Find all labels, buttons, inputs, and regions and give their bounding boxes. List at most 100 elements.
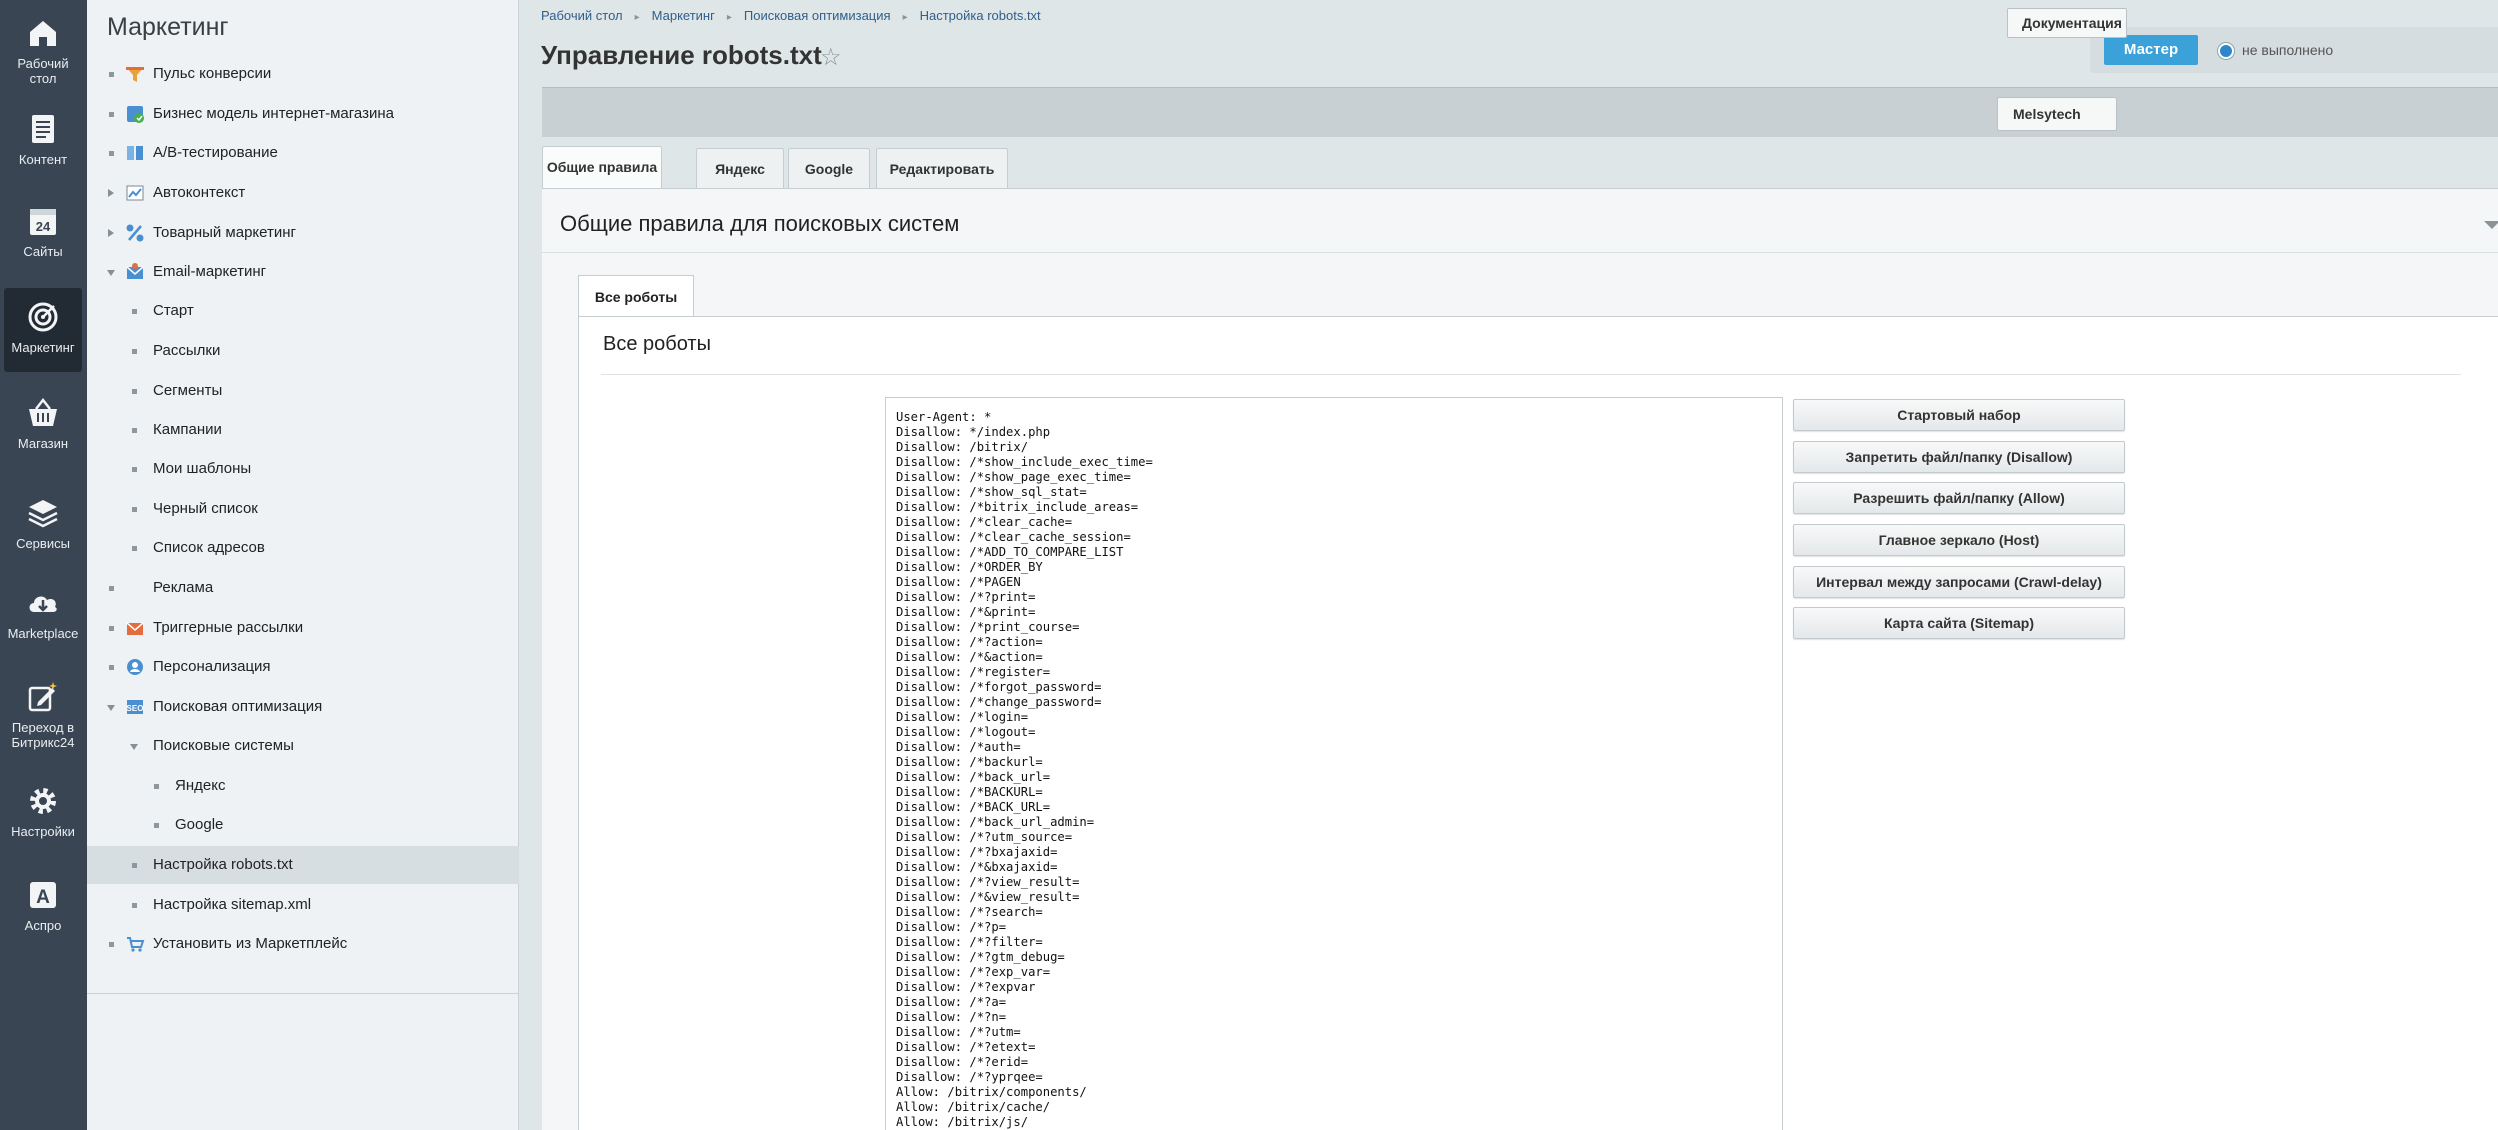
starter-set-button[interactable]: Стартовый набор <box>1793 399 2125 431</box>
breadcrumb-separator-icon: ▸ <box>726 12 732 23</box>
rail-item-bitrix24[interactable]: Переход в Битрикс24 <box>4 668 82 764</box>
bullet-icon <box>132 546 137 551</box>
menu-item-seo[interactable]: SEO Поисковая оптимизация <box>87 688 519 726</box>
rail-item-marketing[interactable]: Маркетинг <box>4 288 82 372</box>
status-radio-icon[interactable] <box>2218 43 2234 59</box>
menu-item-campaigns[interactable]: Кампании <box>87 411 519 449</box>
home-icon <box>30 21 56 46</box>
menu-item-business-model[interactable]: Бизнес модель интернет-магазина <box>87 95 519 133</box>
menu-item-label: Поисковая оптимизация <box>153 698 323 715</box>
menu-item-label: А/В-тестирование <box>153 144 278 161</box>
collapse-arrow-icon[interactable] <box>107 270 115 276</box>
menu-item-robots-settings[interactable]: Настройка robots.txt <box>87 846 519 884</box>
svg-text:A: A <box>36 887 50 908</box>
collapse-arrow-icon[interactable] <box>130 744 138 750</box>
bullet-icon <box>154 823 159 828</box>
menu-item-label: Google <box>175 816 224 833</box>
menu-item-autocontext[interactable]: Автоконтекст <box>87 174 519 212</box>
menu-item-label: Сегменты <box>153 382 223 399</box>
all-robots-panel: Все роботы User-Agent: * Disallow: */ind… <box>578 316 2498 1130</box>
rail-label: Аспро <box>24 918 62 933</box>
tab-edit[interactable]: Редактировать <box>876 148 1008 188</box>
bullet-icon <box>132 309 137 314</box>
tab-all-robots[interactable]: Все роботы <box>578 275 694 317</box>
disallow-button[interactable]: Запретить файл/папку (Disallow) <box>1793 441 2125 473</box>
gear-icon <box>30 788 56 814</box>
menu-item-product-marketing[interactable]: Товарный маркетинг <box>87 214 519 252</box>
breadcrumb-link[interactable]: Настройка robots.txt <box>920 8 1041 23</box>
tab-general-rules[interactable]: Общие правила <box>542 146 662 188</box>
rail-label: Контент <box>18 152 68 167</box>
menu-item-label: Email-маркетинг <box>153 263 267 280</box>
menu-item-conversion-pulse[interactable]: Пульс конверсии <box>87 55 519 93</box>
page-title: Управление robots.txt <box>541 40 822 70</box>
breadcrumb-link[interactable]: Поисковая оптимизация <box>744 8 891 23</box>
master-bar: Мастер не выполнено <box>2090 27 2498 73</box>
tab-yandex[interactable]: Яндекс <box>696 148 784 188</box>
breadcrumb-separator-icon: ▸ <box>634 12 640 23</box>
section-title: Общие правила для поисковых систем <box>560 211 960 236</box>
rail-item-shop[interactable]: Магазин <box>4 384 82 468</box>
robots-textarea[interactable]: User-Agent: * Disallow: */index.php Disa… <box>885 397 1783 1130</box>
context-toolbar: Melsytech <box>542 87 2498 137</box>
rail-label: Маркетинг <box>11 340 75 355</box>
menu-item-blacklist[interactable]: Черный список <box>87 490 519 528</box>
shop-chart-icon <box>127 106 144 123</box>
svg-text:24: 24 <box>36 219 51 234</box>
menu-item-label: Кампании <box>153 421 222 438</box>
menu-item-segments[interactable]: Сегменты <box>87 372 519 410</box>
allow-button[interactable]: Разрешить файл/папку (Allow) <box>1793 482 2125 514</box>
rail-item-desktop[interactable]: Рабочий стол <box>4 4 82 88</box>
site-select-button[interactable]: Melsytech <box>1997 97 2117 131</box>
menu-item-advertising[interactable]: Реклама <box>87 569 519 607</box>
bullet-icon <box>109 112 114 117</box>
menu-item-sitemap-settings[interactable]: Настройка sitemap.xml <box>87 886 519 924</box>
expand-arrow-icon[interactable] <box>108 189 114 197</box>
ab-test-icon <box>127 146 143 160</box>
menu-item-address-list[interactable]: Список адресов <box>87 529 519 567</box>
collapse-section-icon[interactable] <box>2484 221 2498 229</box>
sitemap-button[interactable]: Карта сайта (Sitemap) <box>1793 607 2125 639</box>
funnel-icon <box>126 67 144 82</box>
menu-item-personalization[interactable]: Персонализация <box>87 648 519 686</box>
tab-google[interactable]: Google <box>788 148 870 188</box>
rail-item-services[interactable]: Сервисы <box>4 484 82 568</box>
rail-label: Магазин <box>17 436 69 451</box>
expand-arrow-icon[interactable] <box>108 229 114 237</box>
menu-item-label: Список адресов <box>153 539 265 556</box>
menu-item-label: Триггерные рассылки <box>153 619 304 636</box>
rail-item-marketplace[interactable]: Marketplace <box>4 574 82 658</box>
menu-item-ab-testing[interactable]: А/В-тестирование <box>87 134 519 172</box>
rail-item-settings[interactable]: Настройки <box>4 772 82 856</box>
bullet-icon <box>132 389 137 394</box>
menu-item-mailings[interactable]: Рассылки <box>87 332 519 370</box>
documentation-button[interactable]: Документация <box>2007 8 2127 38</box>
menu-item-email-marketing[interactable]: Email-маркетинг <box>87 253 519 291</box>
bullet-icon <box>109 626 114 631</box>
host-button[interactable]: Главное зеркало (Host) <box>1793 524 2125 556</box>
menu-item-start[interactable]: Старт <box>87 292 519 330</box>
breadcrumb-link[interactable]: Маркетинг <box>652 8 715 23</box>
menu-item-yandex[interactable]: Яндекс <box>87 767 519 805</box>
bullet-icon <box>109 942 114 947</box>
menu-item-install-marketplace[interactable]: Установить из Маркетплейс <box>87 925 519 963</box>
robots-divider <box>601 374 2461 375</box>
rail-item-content[interactable]: Контент <box>4 100 82 184</box>
bullet-icon <box>154 784 159 789</box>
rail-item-aspro[interactable]: A Аспро <box>4 866 82 950</box>
basket-icon <box>29 397 57 426</box>
bullet-icon <box>109 72 114 77</box>
menu-item-search-engines[interactable]: Поисковые системы <box>87 727 519 765</box>
menu-item-trigger-mailings[interactable]: Триггерные рассылки <box>87 609 519 647</box>
bullet-icon <box>132 467 137 472</box>
rail-item-sites[interactable]: 24 Сайты <box>4 192 82 276</box>
crawl-delay-button[interactable]: Интервал между запросами (Crawl-delay) <box>1793 566 2125 598</box>
menu-item-label: Товарный маркетинг <box>153 224 297 241</box>
letter-a-icon: A <box>30 882 56 908</box>
menu-item-my-templates[interactable]: Мои шаблоны <box>87 450 519 488</box>
master-button[interactable]: Мастер <box>2104 35 2198 65</box>
collapse-arrow-icon[interactable] <box>107 705 115 711</box>
menu-item-google[interactable]: Google <box>87 806 519 844</box>
breadcrumb-link[interactable]: Рабочий стол <box>541 8 623 23</box>
favorite-star-icon[interactable]: ☆ <box>820 43 842 72</box>
